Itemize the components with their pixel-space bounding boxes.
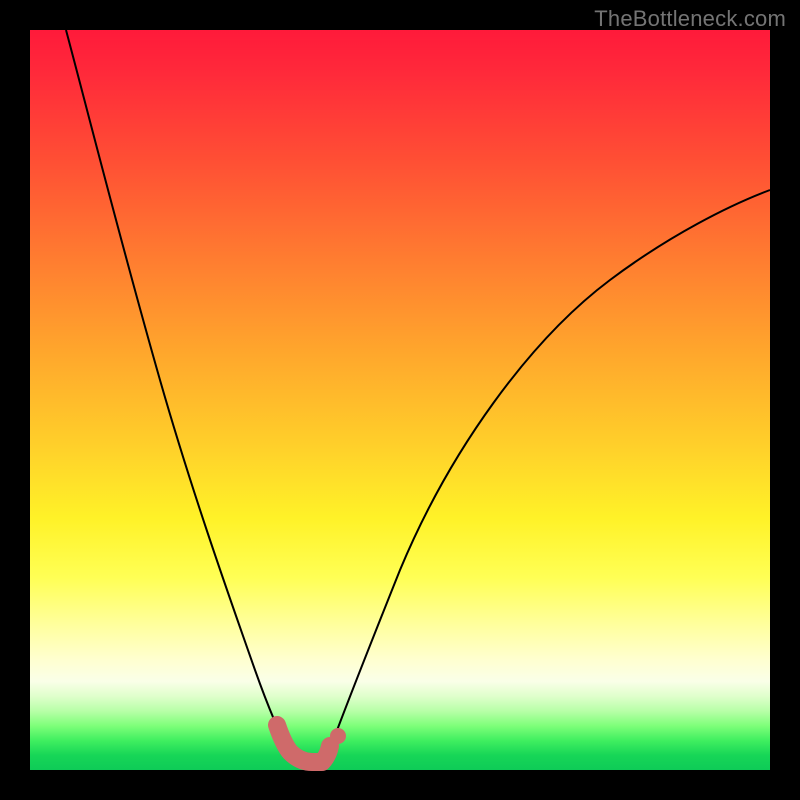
watermark-text: TheBottleneck.com xyxy=(594,6,786,32)
marker-dot xyxy=(330,728,346,744)
curve-right xyxy=(326,190,770,760)
curve-layer xyxy=(30,30,770,770)
sweet-spot-band xyxy=(277,725,330,762)
curve-left xyxy=(66,30,293,760)
plot-area xyxy=(30,30,770,770)
